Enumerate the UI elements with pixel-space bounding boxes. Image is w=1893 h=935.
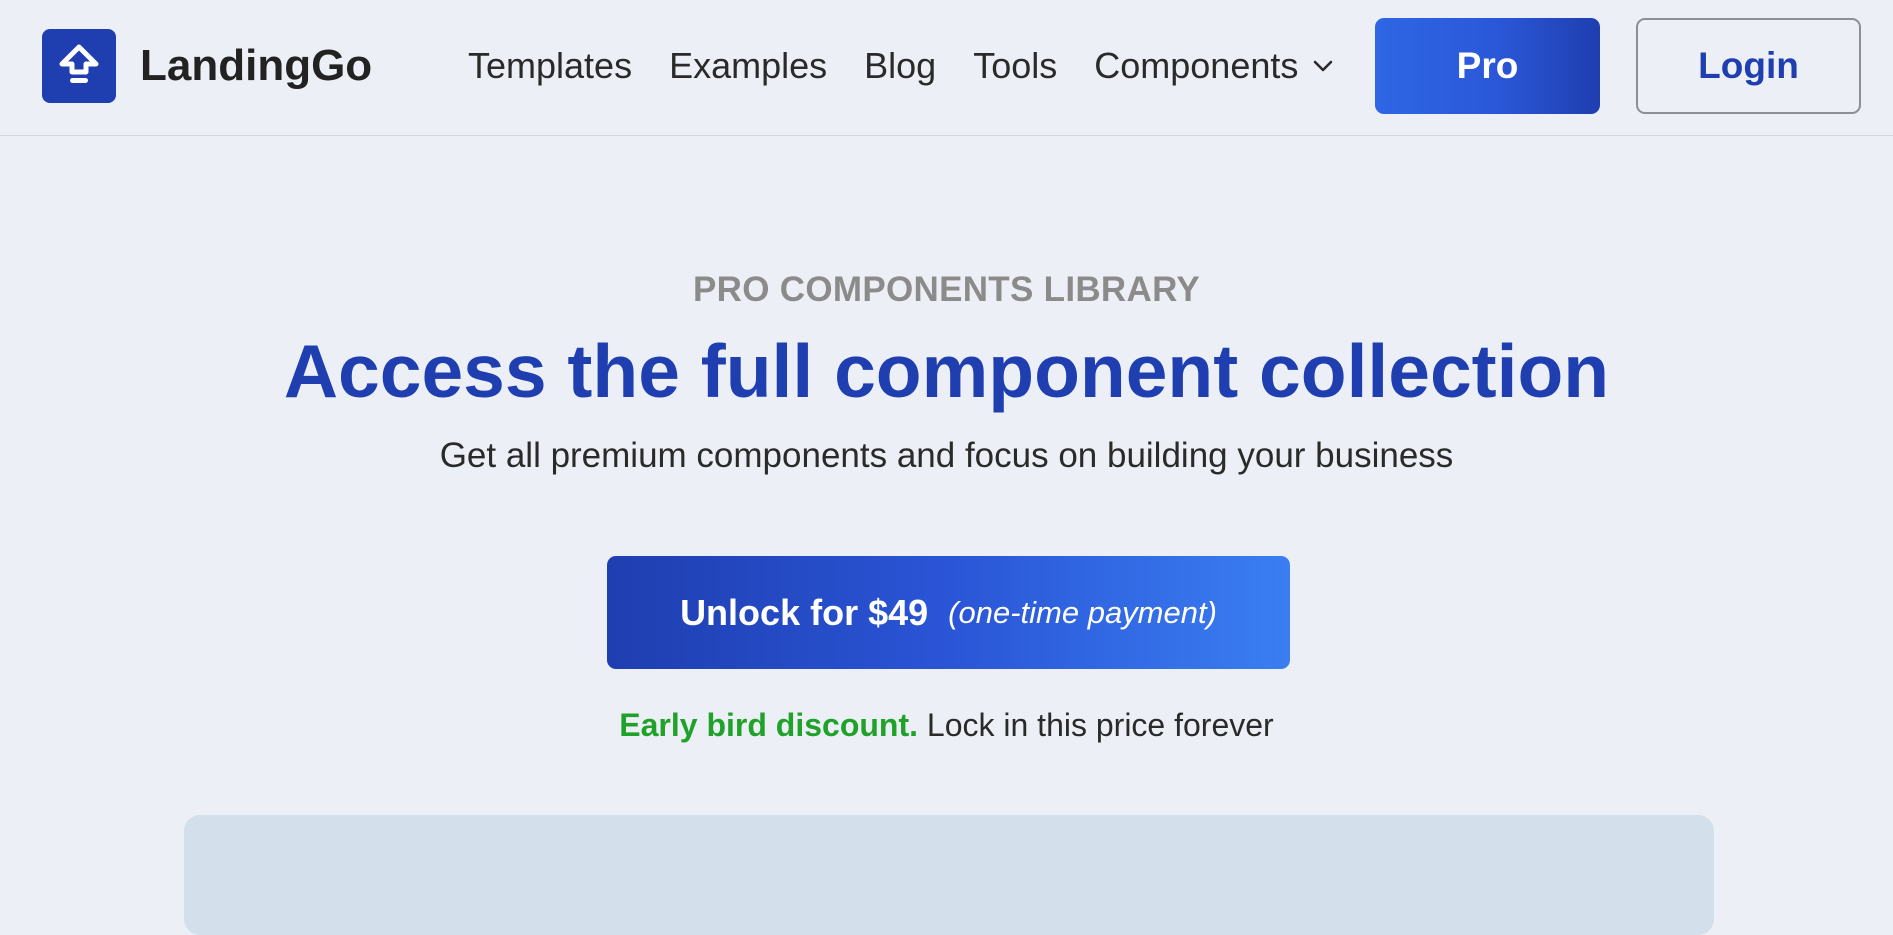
preview-panel: [184, 815, 1714, 935]
nav-components-dropdown[interactable]: Components: [1094, 44, 1334, 88]
pro-button[interactable]: Pro: [1375, 18, 1600, 114]
nav-blog[interactable]: Blog: [864, 44, 936, 88]
unlock-button[interactable]: Unlock for $49 (one-time payment): [607, 556, 1290, 669]
nav-examples-label: Examples: [669, 45, 828, 86]
discount-text: Lock in this price forever: [926, 707, 1274, 743]
nav-blog-label: Blog: [864, 45, 937, 86]
upload-arrow-icon[interactable]: [42, 29, 116, 103]
unlock-button-label: Unlock for $49: [680, 591, 929, 633]
nav-templates[interactable]: Templates: [468, 44, 632, 88]
nav-tools[interactable]: Tools: [973, 44, 1057, 88]
nav-components-label: Components: [1094, 45, 1299, 86]
hero-subtitle: Get all premium components and focus on …: [439, 436, 1454, 475]
hero-eyebrow: PRO COMPONENTS LIBRARY: [693, 270, 1200, 309]
discount-highlight: Early bird discount.: [619, 707, 918, 743]
main-nav: Templates Examples Blog Tools Components: [468, 44, 1371, 88]
login-button[interactable]: Login: [1636, 18, 1861, 114]
unlock-button-note: (one-time payment): [948, 594, 1217, 630]
brand-name[interactable]: LandingGo: [140, 42, 372, 90]
nav-templates-label: Templates: [468, 45, 633, 86]
hero-title: Access the full component collection: [283, 329, 1610, 413]
site-header: LandingGo Templates Examples Blog Tools …: [0, 0, 1893, 136]
nav-tools-label: Tools: [973, 45, 1058, 86]
chevron-down-icon: [1312, 59, 1334, 73]
discount-note: Early bird discount. Lock in this price …: [0, 705, 1893, 745]
nav-examples[interactable]: Examples: [669, 44, 827, 88]
